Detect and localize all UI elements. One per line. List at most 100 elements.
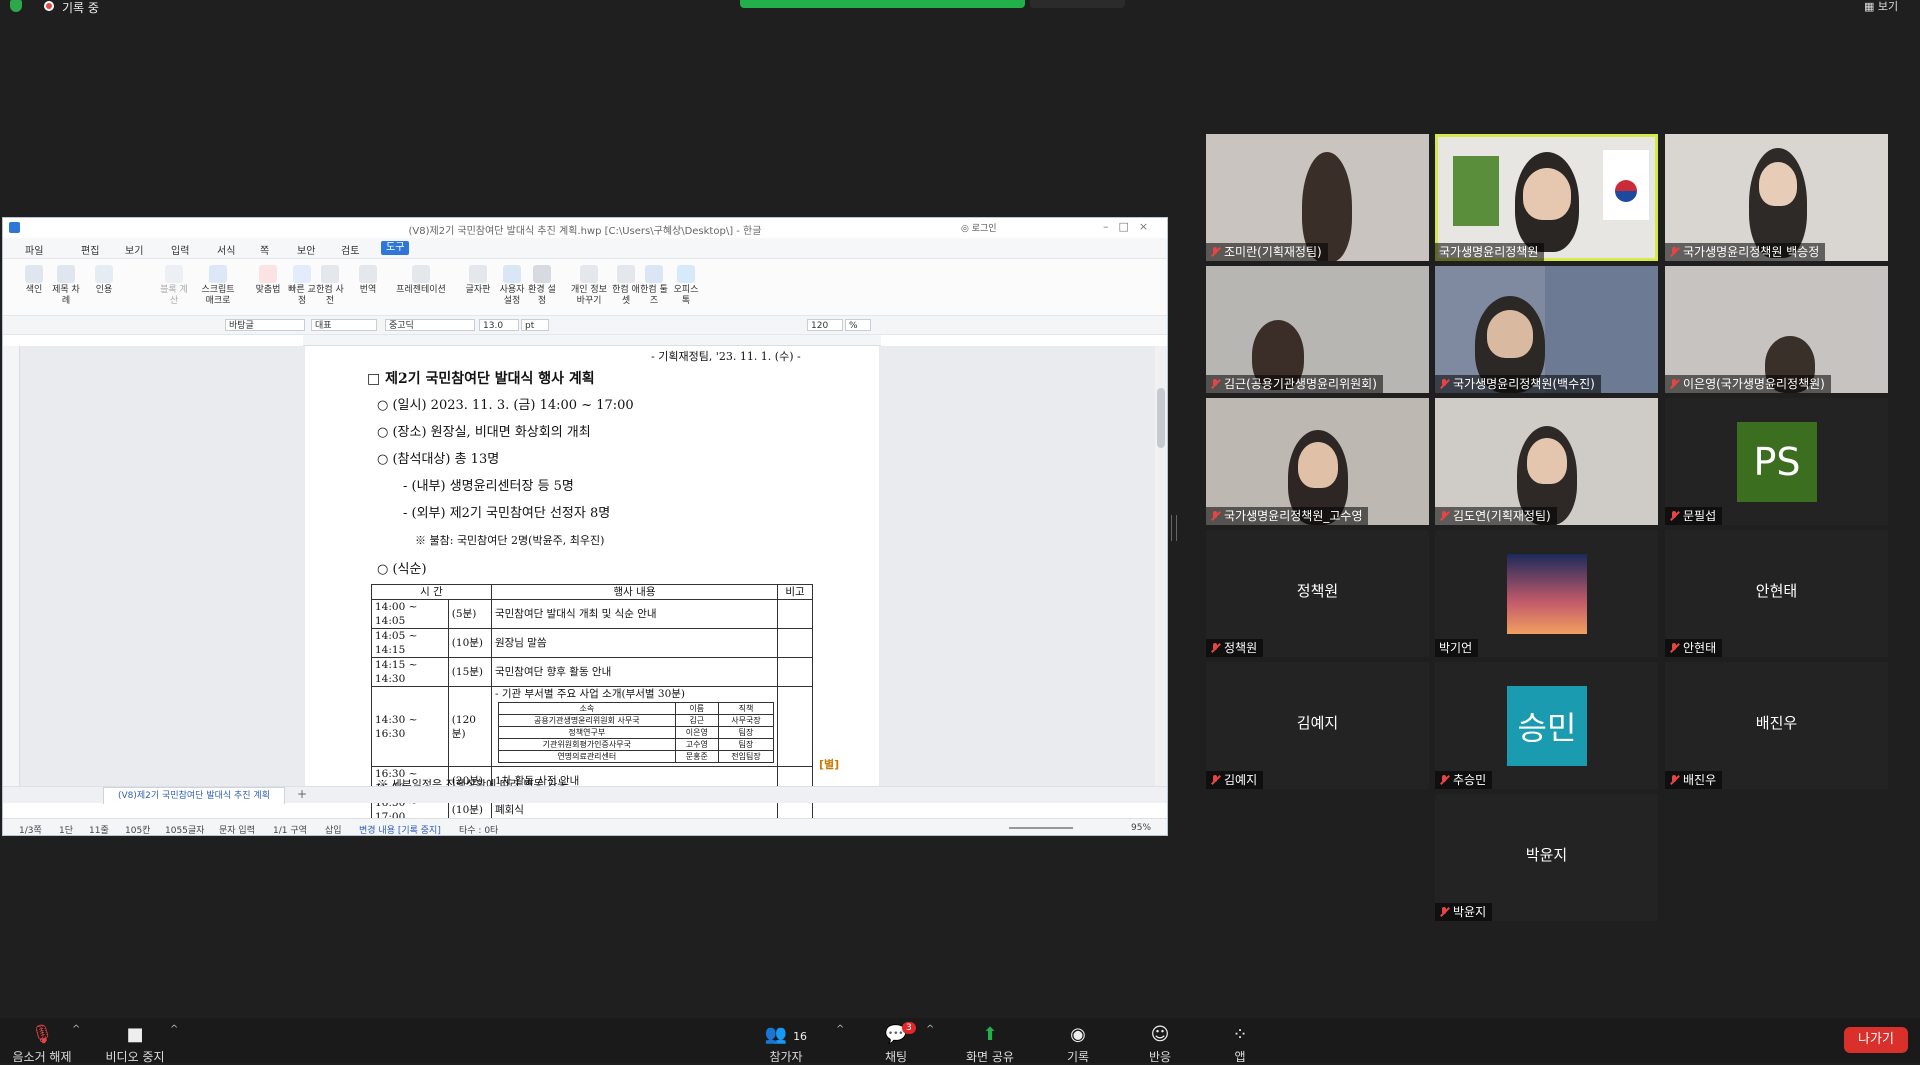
menu-page[interactable]: 쪽 — [260, 242, 269, 257]
screen-share-banner[interactable] — [740, 0, 1025, 8]
menu-review[interactable]: 검토 — [341, 242, 359, 257]
menu-file[interactable]: 파일 — [25, 242, 43, 257]
ribbon-index[interactable]: 색인 — [17, 265, 51, 296]
ribbon-block-calc[interactable]: 블록 계산 — [157, 265, 191, 307]
font-size-input[interactable]: 13.0 — [479, 319, 519, 331]
doc-line-internal: - (내부) 생명윤리센터장 등 5명 — [403, 479, 574, 494]
participant-tile[interactable]: 김도연(기획재정팀) — [1435, 398, 1658, 525]
mic-muted-icon — [1210, 511, 1220, 521]
line-spacing-unit[interactable]: % — [845, 319, 871, 331]
security-shield-icon[interactable] — [10, 0, 22, 12]
avatar: 승민 — [1507, 686, 1587, 766]
document-page[interactable]: - 기획재정팀, '23. 11. 1. (수) - □ 제2기 국민참여단 발… — [305, 346, 879, 825]
ribbon-spellcheck[interactable]: 맞춤법 — [251, 265, 285, 296]
participant-display-name: 배진우 — [1755, 714, 1798, 732]
participant-tile[interactable]: 국가생명윤리정책원(백수진) — [1435, 266, 1658, 393]
hwp-login-link[interactable]: ◎ 로그인 — [961, 221, 997, 234]
ribbon-translate[interactable]: 번역 — [351, 265, 385, 296]
participant-tile[interactable]: 이은영(국가생명윤리정책원) — [1665, 266, 1888, 393]
cite-icon — [95, 265, 113, 283]
video-options-chevron-icon[interactable]: ^ — [170, 1024, 178, 1035]
participant-display-name: 안현태 — [1755, 582, 1798, 600]
ribbon-office-talk[interactable]: 오피스 톡 — [669, 265, 703, 307]
scroll-thumb[interactable] — [1157, 388, 1165, 448]
record-button[interactable]: ◉ 기록 — [1038, 1024, 1118, 1065]
apps-icon: ⁘ — [1232, 1024, 1248, 1045]
window-controls[interactable]: –□× — [1103, 220, 1158, 233]
mic-muted-icon — [1669, 643, 1679, 653]
menu-insert[interactable]: 입력 — [171, 242, 189, 257]
chat-button[interactable]: 💬 채팅 3 — [858, 1022, 934, 1065]
stop-video-button[interactable]: ■ 비디오 중지 — [94, 1024, 176, 1065]
appendix-mark: [별] — [819, 758, 840, 771]
zoom-slider[interactable] — [1009, 827, 1073, 829]
participant-tile[interactable]: 국가생명윤리정책원 백승정 — [1665, 134, 1888, 261]
participant-tile[interactable]: 박윤지 박윤지 — [1435, 794, 1658, 921]
participant-tile[interactable]: 정책원 정책원 — [1206, 530, 1429, 657]
view-button[interactable]: ▦ 보기 — [1864, 0, 1898, 14]
document-tab-bar: (V8)제2기 국민참여단 발대식 추진 계획 + — [3, 786, 1167, 804]
document-tab[interactable]: (V8)제2기 국민참여단 발대식 추진 계획 — [103, 787, 285, 804]
apps-button[interactable]: ⁘ 앱 — [1200, 1024, 1280, 1065]
style-select[interactable]: 바탕글 — [225, 319, 305, 331]
participants-chevron-icon[interactable]: ^ — [836, 1024, 844, 1035]
reactions-button[interactable]: ☺ 반응 — [1120, 1024, 1200, 1065]
participant-tile-active-speaker[interactable]: 국가생명윤리정책원 — [1435, 134, 1658, 261]
line-spacing-input[interactable]: 120 — [807, 319, 843, 331]
participant-name: 추승민 — [1435, 771, 1493, 789]
chat-unread-badge: 3 — [902, 1022, 916, 1034]
ribbon-privacy[interactable]: 개인 정보 바꾸기 — [569, 265, 609, 307]
table-header-note: 비고 — [777, 584, 813, 600]
participant-name: 문필섭 — [1665, 507, 1723, 525]
participant-tile[interactable]: 배진우 배진우 — [1665, 662, 1888, 789]
mic-muted-icon — [1210, 379, 1220, 389]
status-input-mode: 문자 입력 — [219, 826, 255, 836]
participant-tile[interactable]: 승민 추승민 — [1435, 662, 1658, 789]
participant-tile[interactable]: 안현태 안현태 — [1665, 530, 1888, 657]
ribbon-keyboard[interactable]: 글자판 — [461, 265, 495, 296]
ribbon-script[interactable]: 스크립트 매크로 — [201, 265, 235, 307]
ribbon-tools[interactable]: 한컴 툴즈 — [637, 265, 671, 307]
participant-name: 안현태 — [1665, 639, 1723, 657]
menu-security[interactable]: 보안 — [297, 242, 315, 257]
doc-line-datetime: ○ (일시) 2023. 11. 3. (금) 14:00 ~ 17:00 — [377, 398, 634, 413]
participant-tile[interactable]: 조미란(기획재정팀) — [1206, 134, 1429, 261]
font-select[interactable]: 중고딕 — [385, 319, 475, 331]
participant-tile[interactable]: PS 문필섭 — [1665, 398, 1888, 525]
taegeuk-icon — [1615, 180, 1637, 202]
para-select[interactable]: 대표 — [311, 319, 377, 331]
ribbon-toc[interactable]: 제목 차례 — [49, 265, 83, 307]
participant-tile[interactable]: 국가생명윤리정책원_고수영 — [1206, 398, 1429, 525]
horizontal-ruler[interactable] — [303, 335, 881, 346]
vertical-ruler[interactable] — [3, 346, 20, 786]
mic-muted-icon — [1669, 247, 1679, 257]
stop-share-button[interactable] — [1030, 0, 1125, 8]
menu-view[interactable]: 보기 — [125, 242, 143, 257]
menu-edit[interactable]: 편집 — [81, 242, 99, 257]
menu-format[interactable]: 서식 — [217, 242, 235, 257]
menu-tools[interactable]: 도구 — [381, 241, 410, 255]
table-row: 14:30 ~ 16:30 (120분) - 기관 부서별 주요 사업 소개(부서… — [371, 686, 813, 767]
ribbon-cite[interactable]: 인용 — [87, 265, 121, 296]
meeting-top-bar: 기록 중 ▦ 보기 — [0, 0, 1920, 15]
smiley-icon: ☺ — [1150, 1024, 1170, 1045]
participant-tile[interactable]: 박기언 — [1435, 530, 1658, 657]
participant-tile[interactable]: 김근(공용기관생명윤리위원회) — [1206, 266, 1429, 393]
share-screen-button[interactable]: ⬆ 화면 공유 — [950, 1024, 1030, 1065]
chat-chevron-icon[interactable]: ^ — [926, 1024, 934, 1035]
ribbon-dictionary[interactable]: 한컴 사전 — [313, 265, 347, 307]
participant-tile[interactable]: 김예지 김예지 — [1206, 662, 1429, 789]
unmute-button[interactable]: 🎙 음소거 해제 — [2, 1024, 82, 1065]
ribbon-user-settings[interactable]: 사용자 설정 — [495, 265, 529, 307]
mic-muted-icon — [1210, 643, 1220, 653]
avatar-city-image — [1507, 554, 1587, 634]
split-divider[interactable] — [1171, 515, 1177, 541]
ribbon-presentation[interactable]: 프레젠테이션 — [395, 265, 447, 296]
ribbon-env-settings[interactable]: 환경 설정 — [525, 265, 559, 307]
status-keystrokes: 타수 : 0타 — [459, 826, 499, 836]
unit-select[interactable]: pt — [521, 319, 549, 331]
audio-options-chevron-icon[interactable]: ^ — [72, 1024, 80, 1035]
participants-button[interactable]: 👥 16 참가자 — [746, 1024, 826, 1065]
leave-button[interactable]: 나가기 — [1844, 1027, 1908, 1053]
add-tab-button[interactable]: + — [297, 787, 307, 801]
